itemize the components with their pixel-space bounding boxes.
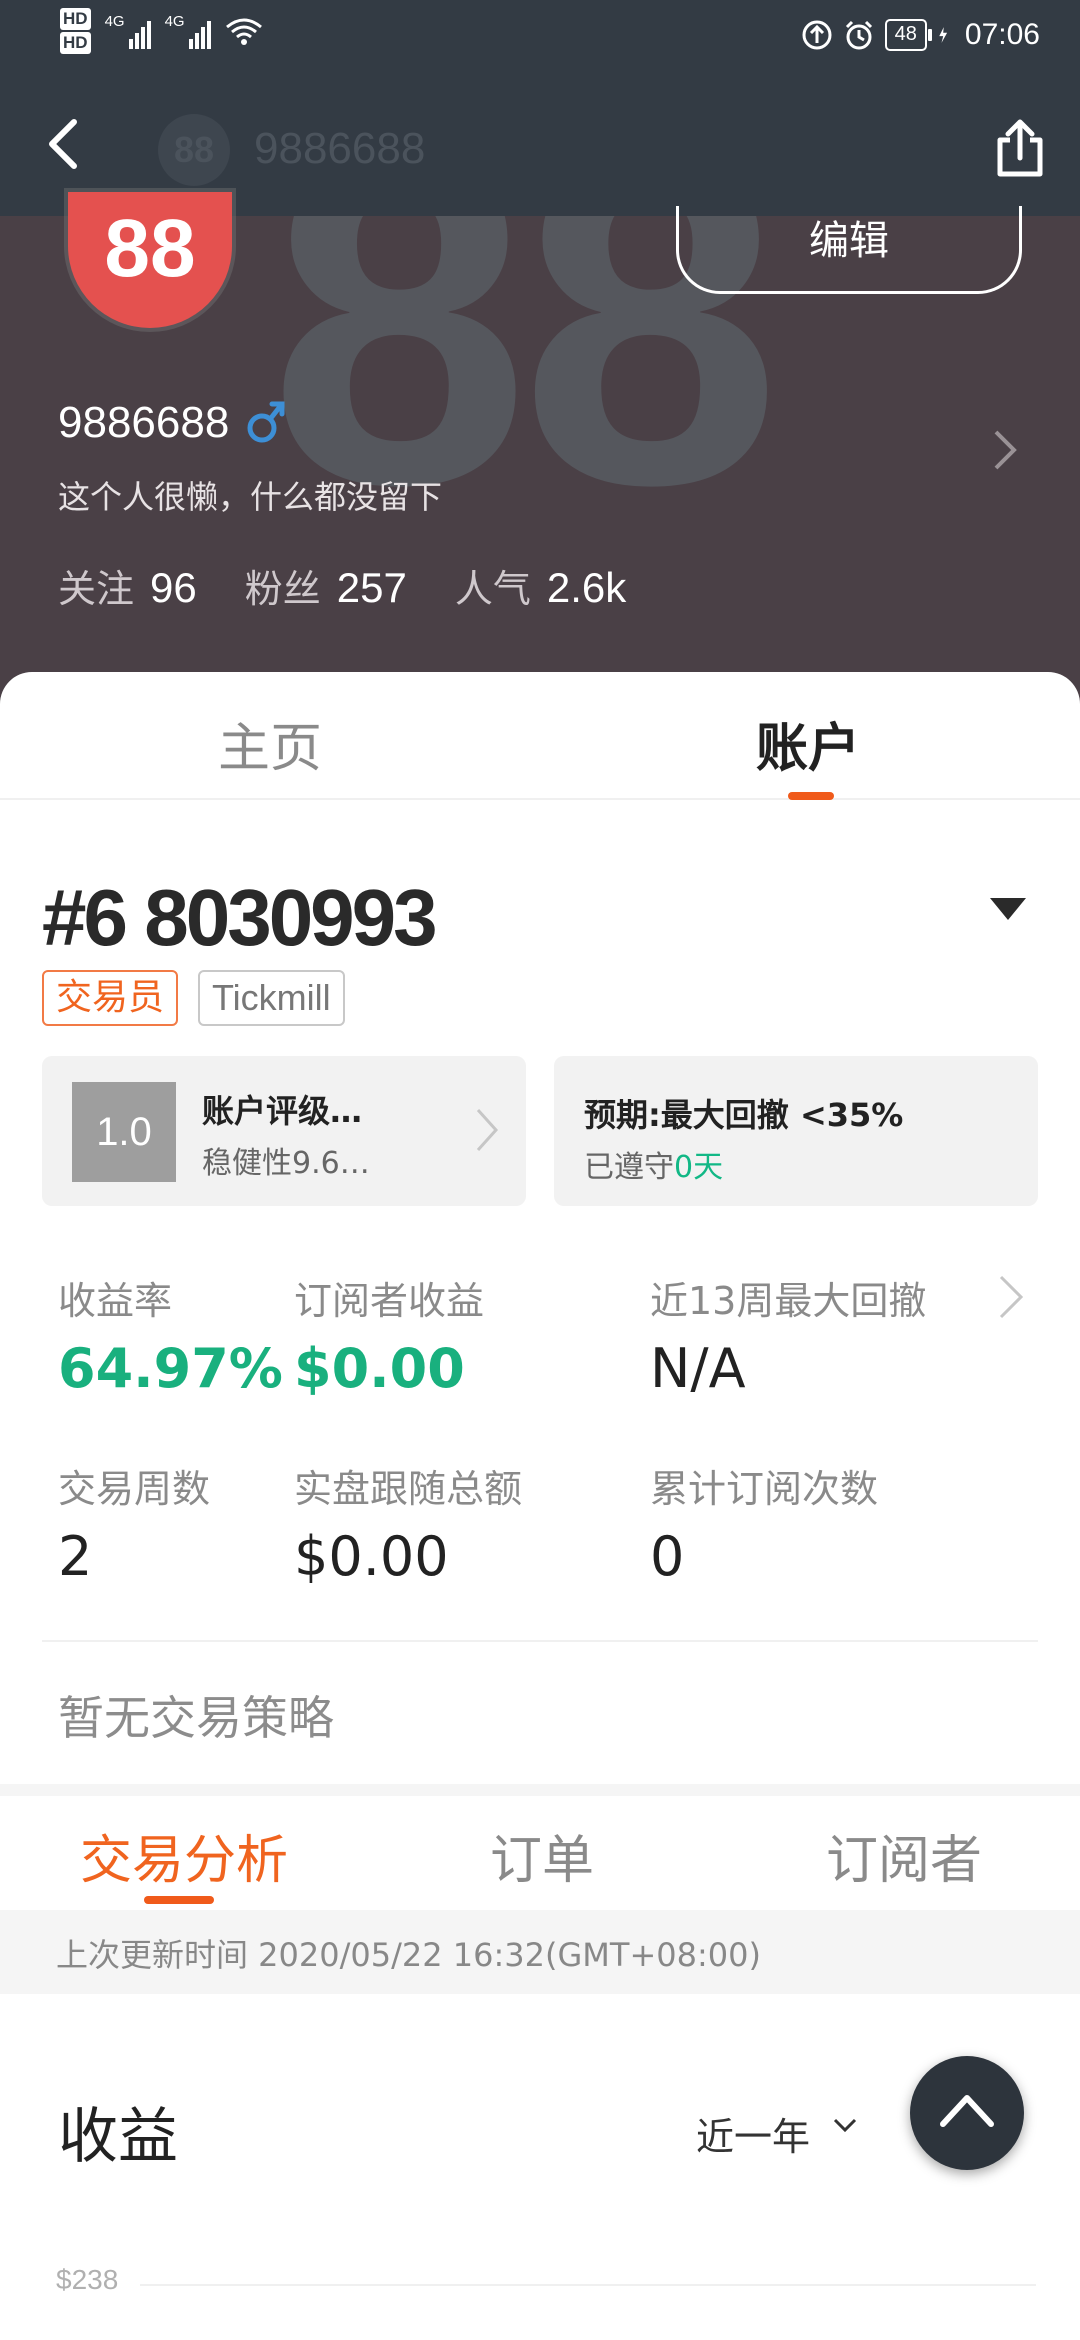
status-bar: HD HD 4G 4G 48 07:06 [0,0,1080,72]
expectation-days: 0天 [674,1150,724,1185]
avatar-text: 88 [104,203,196,294]
chart-gridline [140,2284,1036,2286]
battery-icon: 48 [884,19,933,51]
account-rating-card[interactable]: 1.0 账户评级… 稳健性9.6… [42,1056,526,1206]
chevron-up-icon [940,2095,994,2127]
male-icon [247,401,285,443]
tab-orders[interactable]: 订单 [490,1818,594,1893]
stat-label: 关注 [58,567,135,611]
section-separator [0,1784,1080,1796]
metric-subscriber-profit: 订阅者收益 $0.00 [294,1270,484,1400]
alarm-icon [845,20,872,50]
chart-y-tick: $238 [56,2264,119,2295]
chevron-right-icon[interactable] [996,1272,1026,1322]
back-icon[interactable] [36,114,96,174]
main-tabs: 主页 账户 [0,672,1080,800]
metric-value: 2 [58,1525,93,1588]
signal-icon-sim2: 4G [165,13,211,49]
active-tab-indicator [788,792,834,800]
rating-subtitle: 稳健性9.6… [202,1146,370,1181]
account-id: #6 8030993 [42,873,438,962]
metric-value: 64.97% [58,1337,283,1400]
stat-following[interactable]: 关注 96 [58,558,197,613]
metric-total-subscriptions: 累计订阅次数 0 [650,1458,878,1588]
chevron-right-icon [476,1108,499,1152]
scroll-to-top-button[interactable] [910,2056,1024,2170]
metric-trading-weeks: 交易周数 2 [58,1458,210,1588]
clock-time: 07:06 [964,18,1040,51]
no-strategy-text: 暂无交易策略 [58,1691,334,1745]
metric-max-drawdown-13w: 近13周最大回撤 N/A [650,1270,926,1400]
data-saver-icon [802,20,832,50]
metric-label: 交易周数 [58,1467,211,1511]
active-subtab-indicator [144,1896,214,1904]
stat-value: 257 [336,564,407,611]
metric-label: 实盘跟随总额 [294,1467,523,1511]
wifi-icon [225,18,262,45]
expectation-subtitle: 已遵守0天 [584,1142,723,1186]
profile-stats: 关注 96 粉丝 257 人气 2.6k [58,558,626,613]
hd-voice-badge-2: HD [60,32,91,54]
broker-tag: Tickmill [198,970,345,1026]
stat-followers[interactable]: 粉丝 257 [245,558,407,613]
metric-value: $0.00 [294,1525,449,1588]
tab-home[interactable]: 主页 [218,706,322,781]
metric-return-rate: 收益率 64.97% [58,1270,283,1400]
share-icon[interactable] [988,116,1052,180]
trader-tag: 交易员 [42,970,179,1026]
edit-profile-button[interactable]: 编辑 [676,206,1022,294]
rating-badge: 1.0 [72,1082,176,1182]
drawdown-expectation-card: 预期:最大回撤 <35% 已遵守0天 [554,1056,1038,1206]
account-sheet: 主页 账户 #6 8030993 交易员 Tickmill 1.0 账户评级… … [0,672,1080,2340]
metric-value: N/A [650,1337,746,1400]
metric-live-follow-total: 实盘跟随总额 $0.00 [294,1458,522,1588]
expectation-title: 预期:最大回撤 <35% [584,1096,904,1134]
expectation-sub-prefix: 已遵守 [584,1150,674,1185]
signal-icon-sim1: 4G [105,13,151,49]
account-dropdown-icon[interactable] [988,896,1028,922]
metric-value: 0 [650,1525,685,1588]
tab-account[interactable]: 账户 [756,706,860,781]
chevron-down-icon [833,2118,857,2133]
charging-icon [939,27,948,43]
last-update-bar: 上次更新时间 2020/05/22 16:32(GMT+08:00) [0,1910,1080,1994]
chevron-right-icon[interactable] [990,428,1020,472]
earnings-title: 收益 [58,2102,178,2172]
metric-value: $0.00 [294,1337,465,1400]
stat-popularity: 人气 2.6k [455,558,626,613]
metric-label: 收益率 [58,1279,173,1323]
stat-value: 2.6k [546,564,627,611]
user-bio: 这个人很懒，什么都没留下 [58,478,443,516]
metric-label: 累计订阅次数 [650,1467,879,1511]
app-bar-avatar: 88 [158,114,230,186]
divider [42,1640,1038,1642]
stat-value: 96 [150,564,197,611]
tab-trade-analysis[interactable]: 交易分析 [80,1818,288,1893]
stat-label: 人气 [454,567,531,611]
user-name: 9886688 [58,398,230,447]
metric-label: 近13周最大回撤 [650,1279,927,1323]
tab-subscribers[interactable]: 订阅者 [826,1818,982,1893]
hd-voice-badge-1: HD [60,8,91,30]
period-select[interactable]: 近一年 [696,2106,810,2161]
metric-label: 订阅者收益 [294,1279,485,1323]
rating-title: 账户评级… [202,1092,363,1130]
stat-label: 粉丝 [244,567,321,611]
analysis-tabs: 交易分析 订单 订阅者 [0,1796,1080,1910]
last-update-text: 上次更新时间 2020/05/22 16:32(GMT+08:00) [56,1936,761,1974]
app-bar-title: 9886688 [254,124,426,173]
